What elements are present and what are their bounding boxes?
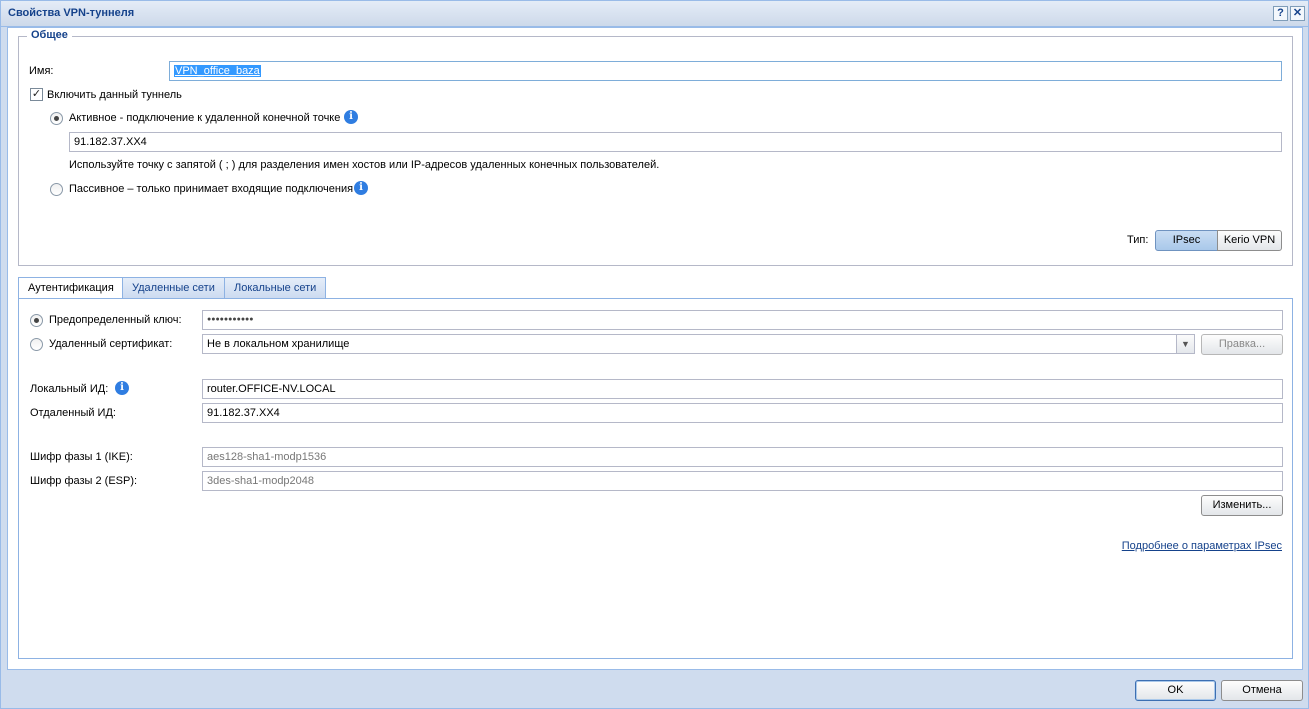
- edit-certificate-button[interactable]: Правка...: [1201, 334, 1283, 355]
- psk-label: Предопределенный ключ:: [49, 314, 182, 326]
- help-icon: ?: [1277, 7, 1284, 19]
- titlebar[interactable]: Свойства VPN-туннеля ? ✕: [1, 1, 1308, 27]
- type-kerio-vpn-button[interactable]: Kerio VPN: [1217, 230, 1282, 251]
- active-mode-label: Активное - подключение к удаленной конеч…: [69, 112, 341, 124]
- general-legend: Общее: [27, 29, 72, 41]
- remote-id-label: Отдаленный ИД:: [30, 407, 116, 419]
- tab-remote-networks[interactable]: Удаленные сети: [122, 277, 225, 299]
- psk-input[interactable]: ●●●●●●●●●●●: [202, 310, 1283, 330]
- name-label: Имя:: [29, 65, 54, 77]
- vpn-tunnel-dialog: Свойства VPN-туннеля ? ✕ Общее Имя: VPN_…: [0, 0, 1309, 709]
- type-label: Тип:: [1127, 234, 1149, 246]
- enable-tunnel-label: Включить данный туннель: [47, 89, 182, 101]
- phase2-cipher-field: 3des-sha1-modp2048: [202, 471, 1283, 491]
- remote-id-input[interactable]: 91.182.37.XX4: [202, 403, 1283, 423]
- passive-mode-radio[interactable]: [50, 183, 63, 196]
- enable-tunnel-checkbox[interactable]: ✓: [30, 88, 43, 101]
- close-button[interactable]: ✕: [1290, 6, 1305, 21]
- info-icon[interactable]: i: [115, 381, 129, 395]
- certificate-select[interactable]: Не в локальном хранилище: [202, 334, 1177, 354]
- active-mode-radio[interactable]: [50, 112, 63, 125]
- local-id-input[interactable]: router.OFFICE-NV.LOCAL: [202, 379, 1283, 399]
- chevron-down-icon[interactable]: ▼: [1177, 334, 1195, 354]
- tab-authentication[interactable]: Аутентификация: [18, 277, 124, 300]
- psk-radio[interactable]: [30, 314, 43, 327]
- cancel-button[interactable]: Отмена: [1221, 680, 1303, 701]
- local-id-label: Локальный ИД:: [30, 383, 109, 395]
- name-input[interactable]: VPN_office_baza: [169, 61, 1282, 81]
- info-icon[interactable]: i: [344, 110, 358, 124]
- phase1-label: Шифр фазы 1 (IKE):: [30, 451, 133, 463]
- endpoint-hint: Используйте точку с запятой ( ; ) для ра…: [69, 159, 660, 171]
- type-ipsec-button[interactable]: IPsec: [1155, 230, 1218, 251]
- dialog-body: Общее Имя: VPN_office_baza ✓ Включить да…: [7, 27, 1303, 670]
- general-fieldset: Общее Имя: VPN_office_baza ✓ Включить да…: [18, 29, 1293, 266]
- authentication-panel: Предопределенный ключ: ●●●●●●●●●●● Удале…: [18, 298, 1293, 659]
- certificate-radio[interactable]: [30, 338, 43, 351]
- help-button[interactable]: ?: [1273, 6, 1288, 21]
- change-cipher-button[interactable]: Изменить...: [1201, 495, 1283, 516]
- tab-local-networks[interactable]: Локальные сети: [224, 277, 327, 299]
- ipsec-details-link[interactable]: Подробнее о параметрах IPsec: [1122, 540, 1282, 552]
- phase2-label: Шифр фазы 2 (ESP):: [30, 475, 138, 487]
- ok-button[interactable]: OK: [1135, 680, 1216, 701]
- close-icon: ✕: [1292, 7, 1303, 19]
- remote-endpoint-input[interactable]: 91.182.37.XX4: [69, 132, 1282, 152]
- passive-mode-label: Пассивное – только принимает входящие по…: [69, 183, 354, 195]
- certificate-label: Удаленный сертификат:: [49, 338, 173, 350]
- dialog-title: Свойства VPN-туннеля: [8, 7, 135, 19]
- name-input-value: VPN_office_baza: [174, 65, 261, 77]
- phase1-cipher-field: aes128-sha1-modp1536: [202, 447, 1283, 467]
- info-icon[interactable]: i: [354, 181, 368, 195]
